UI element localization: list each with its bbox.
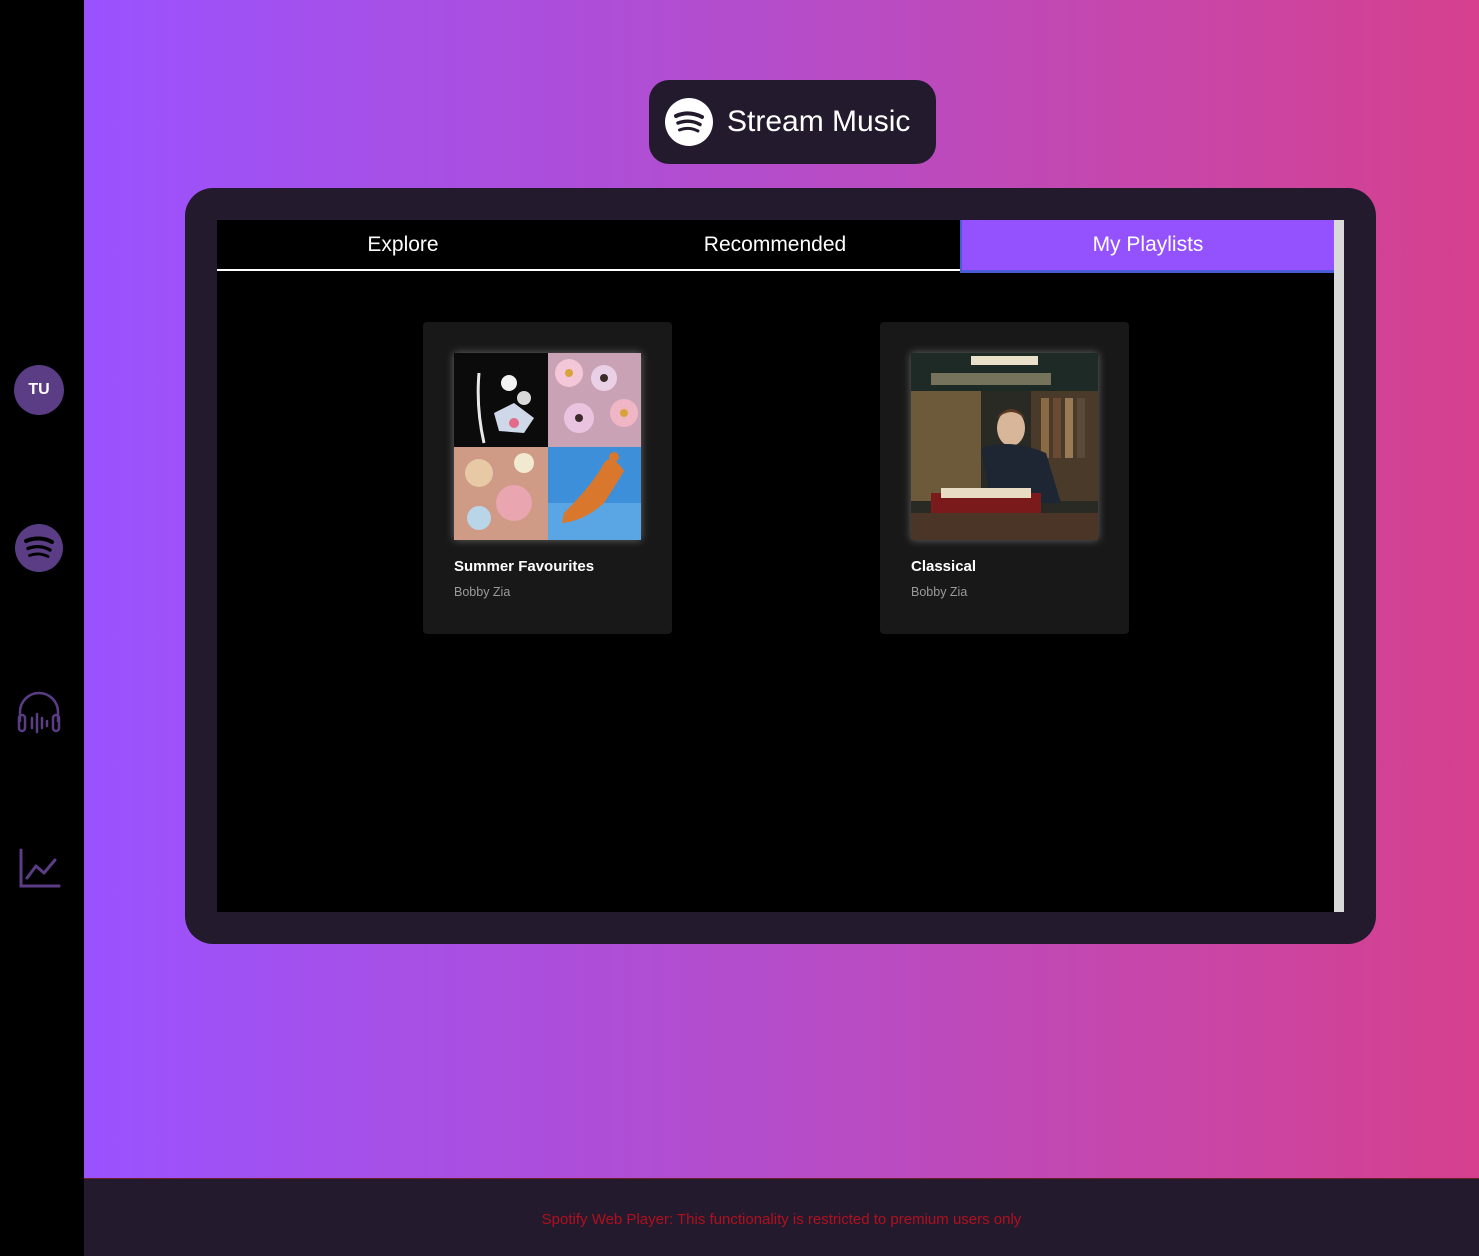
- tab-label: My Playlists: [1092, 233, 1204, 256]
- sidebar-item-stats[interactable]: [14, 843, 64, 893]
- playlist-owner: Bobby Zia: [911, 585, 968, 599]
- footer-error-message: Spotify Web Player: This functionality i…: [541, 1211, 1022, 1228]
- playlist-card[interactable]: Summer Favourites Bobby Zia: [423, 322, 672, 634]
- app-brand: Stream Music: [649, 80, 936, 164]
- avatar[interactable]: TU: [14, 365, 64, 415]
- tab-recommended[interactable]: Recommended: [589, 220, 961, 271]
- tab-explore[interactable]: Explore: [217, 220, 589, 271]
- main-area: Stream Music Explore Recommended My Play…: [84, 0, 1479, 1178]
- app-title: Stream Music: [727, 105, 911, 138]
- tab-label: Recommended: [703, 232, 847, 256]
- playlist-cover: [911, 353, 1098, 540]
- tab-label: Explore: [367, 232, 439, 256]
- content-panel: Explore Recommended My Playlists Summer …: [185, 188, 1376, 944]
- playlist-title: Summer Favourites: [454, 558, 595, 575]
- spotify-icon: [15, 524, 63, 572]
- tab-my-playlists[interactable]: My Playlists: [960, 220, 1334, 273]
- sidebar: TU: [0, 0, 84, 1256]
- footer-player-bar: Spotify Web Player: This functionality i…: [84, 1178, 1479, 1256]
- playlist-owner: Bobby Zia: [454, 585, 511, 599]
- scrollbar[interactable]: [1334, 220, 1344, 912]
- headphones-icon: [17, 691, 61, 734]
- tab-bar: Explore Recommended My Playlists: [217, 220, 1334, 273]
- sidebar-item-headphones[interactable]: [14, 686, 64, 736]
- content-area: Explore Recommended My Playlists Summer …: [217, 220, 1344, 912]
- spotify-logo-icon: [665, 98, 713, 146]
- playlist-cover: [454, 353, 641, 540]
- sidebar-item-spotify[interactable]: [14, 523, 64, 573]
- chart-line-icon: [19, 848, 61, 888]
- playlist-title: Classical: [911, 558, 977, 575]
- playlist-card[interactable]: Classical Bobby Zia: [880, 322, 1129, 634]
